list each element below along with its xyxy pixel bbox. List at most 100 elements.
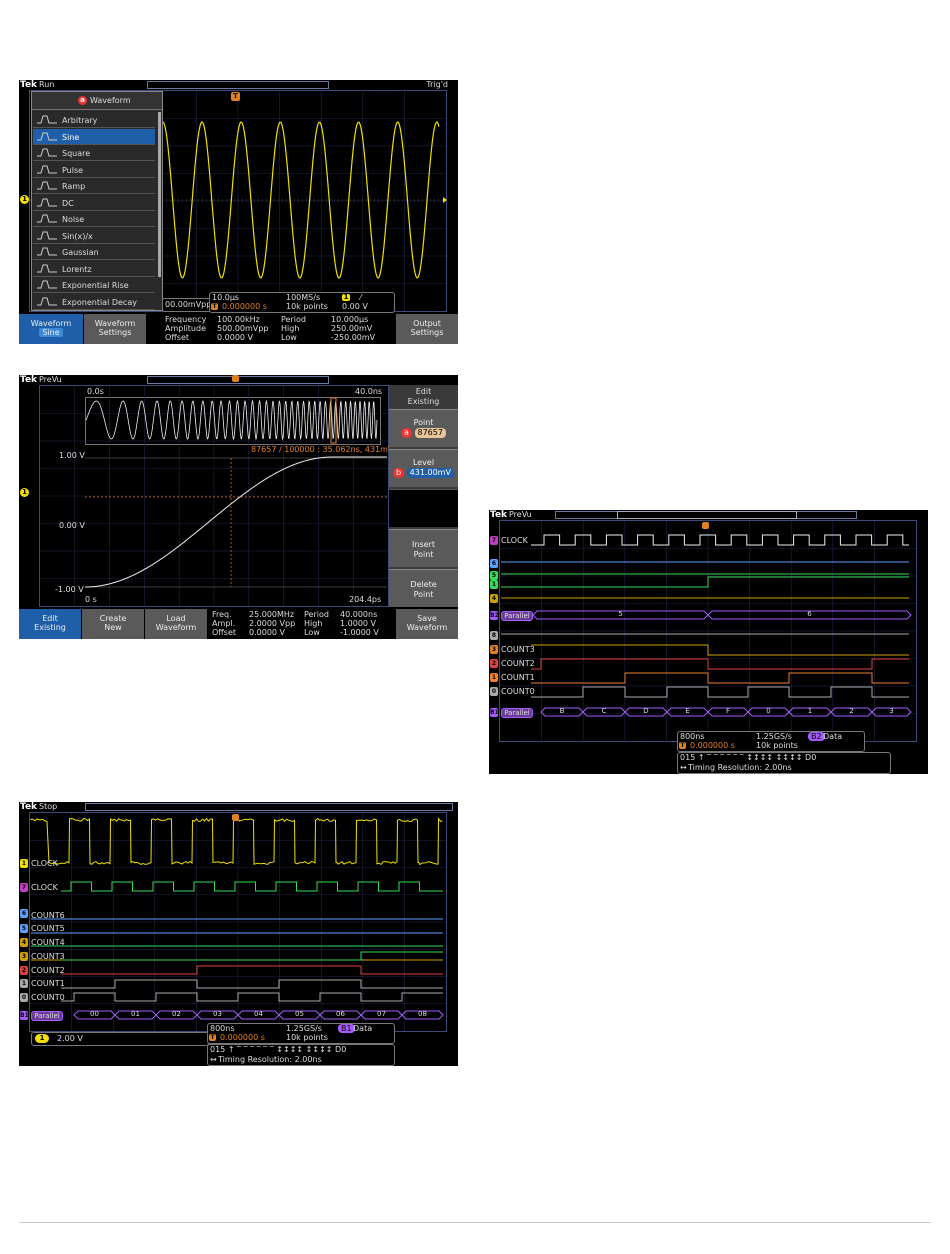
waveform-menu-item-label: Sine <box>62 133 79 142</box>
digital-channel-marker[interactable]: B2 <box>490 611 498 620</box>
edit-existing-button[interactable]: Edit Existing <box>19 609 81 639</box>
waveform-menu-scrollbar[interactable] <box>158 112 161 277</box>
sample-rate-value: 1.25GS/s <box>286 1024 322 1033</box>
digital-channel-marker[interactable]: 2 <box>20 966 28 975</box>
waveform-menu-item[interactable]: DC <box>33 195 155 211</box>
digital-channel-marker[interactable]: 3 <box>490 645 498 654</box>
high-label: High <box>304 619 322 628</box>
waveform-button[interactable]: Waveform Sine <box>19 314 83 344</box>
side-title-line1: Edit <box>389 387 458 397</box>
waveform-menu-item[interactable]: Noise <box>33 211 155 227</box>
clock-trace <box>61 882 443 891</box>
freq-label: Freq. <box>212 610 232 619</box>
period-label: Period <box>281 315 306 324</box>
x-axis-end-label: 204.4ps <box>349 595 381 604</box>
digital-channel-marker[interactable]: B1 <box>20 1011 28 1020</box>
trigger-position-marker <box>232 375 239 382</box>
digital-channel-marker[interactable]: 2 <box>490 659 498 668</box>
level-knob-marker: b <box>393 468 404 478</box>
frequency-label: Frequency <box>165 315 206 324</box>
digital-channel-marker[interactable]: B1 <box>490 708 498 717</box>
digital-channel-marker[interactable]: 4 <box>20 938 28 947</box>
insert-point-button[interactable]: Insert Point <box>389 529 458 567</box>
digital-channel-marker[interactable]: 7 <box>490 536 498 545</box>
bus1-label: Parallel <box>501 611 533 621</box>
clock-channel-label: CLOCK <box>31 883 58 892</box>
digital-channel-marker[interactable]: 6 <box>490 559 498 568</box>
ch1-scale-value: 2.00 V <box>57 1034 83 1043</box>
waveform-selected-chip: Sine <box>39 328 62 337</box>
exp-rise-wave-icon <box>36 279 58 290</box>
waveform-menu-item[interactable]: Sine <box>33 129 155 145</box>
bus-label: Parallel <box>31 1011 63 1021</box>
low-label: Low <box>281 333 297 342</box>
count1-channel-label: COUNT1 <box>31 979 65 988</box>
output-settings-line1: Output <box>396 319 458 328</box>
digital-channel-marker[interactable]: 1 <box>20 979 28 988</box>
record-length-value: 10k points <box>286 1033 328 1042</box>
timing-resolution-icon: ↔ <box>210 1055 217 1064</box>
ampl-value: 2.0000 Vpp <box>249 619 295 628</box>
level-side-button[interactable]: Level b 431.00mV <box>389 449 458 487</box>
digital-channel-marker[interactable]: 8 <box>490 631 498 640</box>
digital-channel-marker[interactable]: 5 <box>20 924 28 933</box>
waveform-menu-item[interactable]: Exponential Decay <box>33 294 155 310</box>
digital-channel-marker[interactable]: 1 <box>20 859 28 868</box>
sine-wave-icon <box>36 131 58 142</box>
waveform-button-label: Waveform <box>19 319 83 328</box>
waveform-menu-item[interactable]: Exponential Rise <box>33 277 155 293</box>
trigger-offset-marker: T <box>679 742 686 749</box>
delete-point-button[interactable]: Delete Point <box>389 569 458 607</box>
waveform-menu-item[interactable]: Arbitrary <box>33 112 155 128</box>
digital-channel-marker[interactable]: 1 <box>490 673 498 682</box>
ch1-ground-marker: 1 <box>20 195 29 204</box>
waveform-type-menu: a Waveform Arbitrary Sine Square Pulse Ramp D… <box>31 91 163 311</box>
acquisition-info-panel: 800ns 1.25GS/s B2 Data T 0.000000 s 10k … <box>677 731 865 752</box>
digital-channel-marker[interactable]: 0 <box>20 993 28 1002</box>
ch1-scale-panel: 1 2.00 V <box>31 1032 209 1046</box>
count5-channel-label: COUNT5 <box>31 924 65 933</box>
waveform-menu-item[interactable]: Square <box>33 145 155 161</box>
sample-rate-value: 1.25GS/s <box>756 732 792 741</box>
edit-existing-line1: Edit <box>19 614 81 623</box>
digital-channel-marker[interactable]: 0 <box>490 687 498 696</box>
waveform-menu-item[interactable]: Lorentz <box>33 261 155 277</box>
timebase-value: 800ns <box>210 1024 235 1033</box>
ampl-label: Ampl. <box>212 619 235 628</box>
low-label: Low <box>304 628 320 637</box>
waveform-menu-item-label: Exponential Decay <box>62 298 137 307</box>
save-waveform-line1: Save <box>396 614 458 623</box>
waveform-menu-item[interactable]: Gaussian <box>33 244 155 260</box>
arb-params: Freq. 25.000MHz Period 40.000ns Ampl. 2.… <box>212 609 392 639</box>
point-side-button[interactable]: Point a 87657 <box>389 409 458 447</box>
noise-wave-icon <box>36 213 58 224</box>
digital-channel-marker[interactable]: 4 <box>490 594 498 603</box>
overview-chirp-trace <box>86 401 377 439</box>
point-label: Point <box>389 418 458 428</box>
trigger-position-marker: T <box>231 92 240 101</box>
bus2-value: 1 <box>804 707 816 715</box>
waveform-menu-item[interactable]: Pulse <box>33 162 155 178</box>
count3-channel-label: COUNT3 <box>501 645 535 654</box>
load-waveform-button[interactable]: Load Waveform <box>145 609 207 639</box>
digital-channel-marker[interactable]: 7 <box>20 883 28 892</box>
digital-channel-marker[interactable]: 6 <box>20 909 28 918</box>
create-new-line1: Create <box>82 614 144 623</box>
waveform-settings-button[interactable]: Waveform Settings <box>84 314 146 344</box>
create-new-button[interactable]: Create New <box>82 609 144 639</box>
acquisition-info-panel: 800ns 1.25GS/s B1 Data T 0.000000 s 10k … <box>207 1023 395 1044</box>
waveform-settings-line1: Waveform <box>84 319 146 328</box>
waveform-menu-item[interactable]: Ramp <box>33 178 155 194</box>
ch1-ground-marker: 1 <box>20 488 29 497</box>
level-label: Level <box>389 458 458 468</box>
offset-label: Offset <box>212 628 236 637</box>
digital-channel-marker[interactable]: 5 <box>490 571 498 580</box>
amplitude-readout-box: 00.00mVpp <box>162 298 212 312</box>
digital-channel-marker[interactable]: 3 <box>20 952 28 961</box>
save-waveform-button[interactable]: Save Waveform <box>396 609 458 639</box>
waveform-menu-item[interactable]: Sin(x)/x <box>33 228 155 244</box>
bus-value: 02 <box>171 1010 183 1018</box>
digital-channel-marker[interactable]: 1 <box>490 580 498 589</box>
output-settings-button[interactable]: Output Settings <box>396 314 458 344</box>
save-waveform-line2: Waveform <box>396 623 458 632</box>
